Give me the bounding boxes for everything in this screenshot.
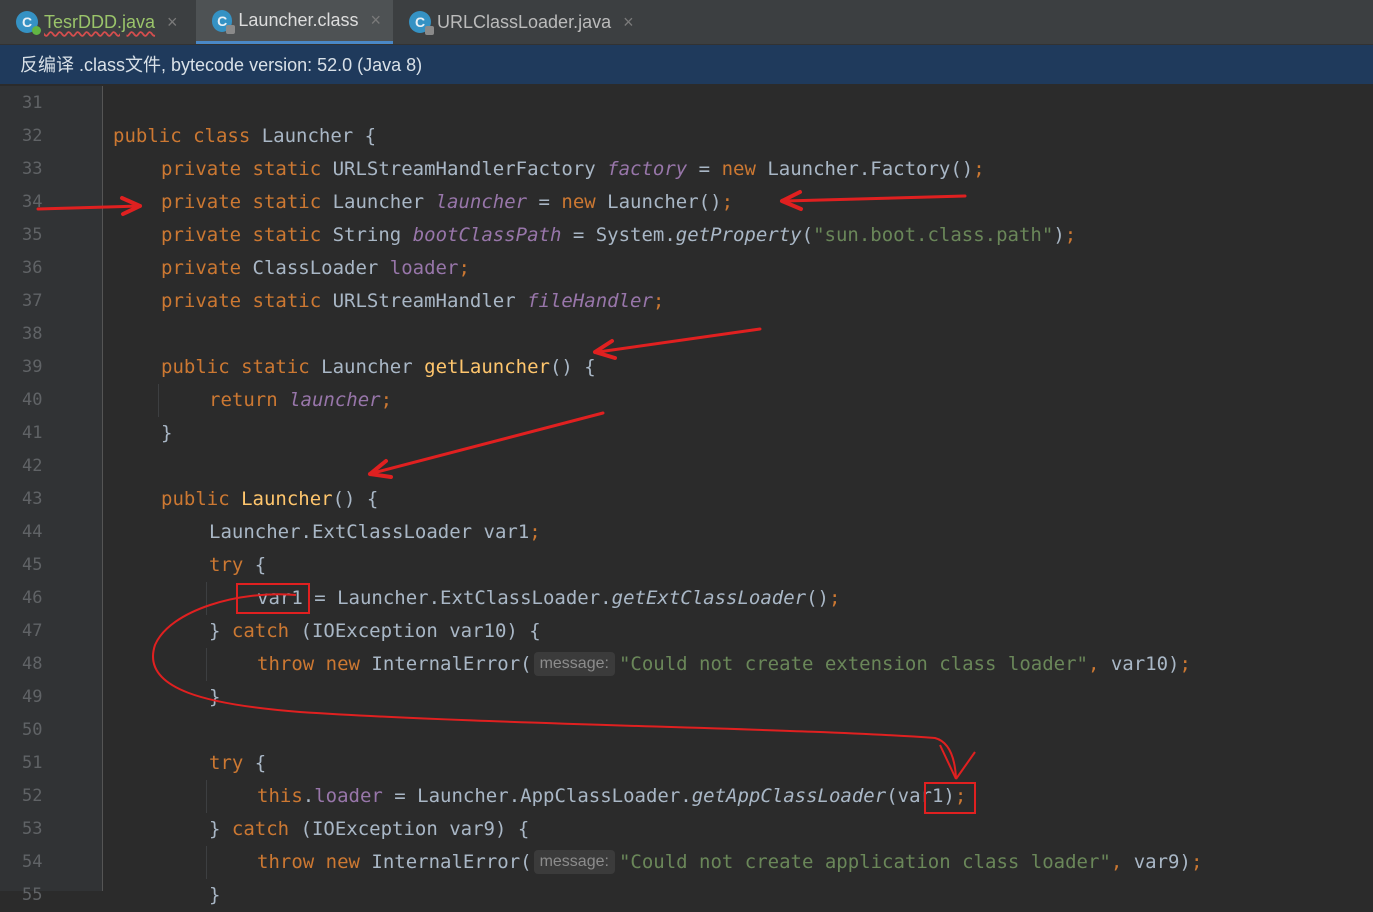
code-line-51[interactable]: try {	[209, 747, 266, 780]
code-line-32[interactable]: public class Launcher {	[113, 120, 376, 153]
line-number: 43	[22, 489, 43, 509]
code-line-43[interactable]: public Launcher() {	[161, 483, 378, 516]
code-line-55[interactable]: }	[209, 879, 220, 912]
code-line-53[interactable]: } catch (IOException var9) {	[209, 813, 529, 846]
line-number: 41	[22, 423, 43, 443]
line-number: 44	[22, 522, 43, 542]
line-number: 51	[22, 753, 43, 773]
line-number: 50	[22, 720, 43, 740]
arrowhead	[780, 190, 803, 211]
indent-guide	[158, 384, 159, 417]
line-number: 39	[22, 357, 43, 377]
indent-guide	[206, 780, 207, 813]
code-line-52[interactable]: this.loader = Launcher.AppClassLoader.ge…	[257, 780, 966, 813]
line-number: 53	[22, 819, 43, 839]
code-line-49[interactable]: }	[209, 681, 220, 714]
code-line-35[interactable]: private static String bootClassPath = Sy…	[161, 219, 1076, 252]
code-line-37[interactable]: private static URLStreamHandler fileHand…	[161, 285, 664, 318]
arrowhead	[120, 196, 142, 216]
line-number: 47	[22, 621, 43, 641]
code-line-34[interactable]: private static Launcher launcher = new L…	[161, 186, 733, 219]
code-line-39[interactable]: public static Launcher getLauncher() {	[161, 351, 596, 384]
indent-guide	[206, 648, 207, 681]
close-icon[interactable]: ×	[623, 12, 634, 33]
code-line-36[interactable]: private ClassLoader loader;	[161, 252, 470, 285]
close-icon[interactable]: ×	[167, 12, 178, 33]
line-number: 37	[22, 291, 43, 311]
line-number: 42	[22, 456, 43, 476]
line-number: 31	[22, 93, 43, 113]
editor-tab-bar: C TesrDDD.java × C Launcher.class × C UR…	[0, 0, 1373, 45]
code-line-48[interactable]: throw new InternalError(message: "Could n…	[257, 648, 1191, 681]
code-line-33[interactable]: private static URLStreamHandlerFactory f…	[161, 153, 985, 186]
indent-guide	[206, 846, 207, 879]
code-line-47[interactable]: } catch (IOException var10) {	[209, 615, 541, 648]
code-line-40[interactable]: return launcher;	[209, 384, 392, 417]
line-number: 33	[22, 159, 43, 179]
line-number: 45	[22, 555, 43, 575]
line-number: 40	[22, 390, 43, 410]
tab-launcher-class[interactable]: C Launcher.class ×	[196, 0, 393, 44]
code-line-46[interactable]: var1 = Launcher.ExtClassLoader.getExtCla…	[257, 582, 840, 615]
code-line-54[interactable]: throw new InternalError(message: "Could n…	[257, 846, 1202, 879]
class-icon: C	[212, 9, 236, 34]
code-line-45[interactable]: try {	[209, 549, 266, 582]
code-line-41[interactable]: }	[161, 417, 172, 450]
arrow-annotation	[596, 327, 762, 354]
line-number: 32	[22, 126, 43, 146]
tab-label: URLClassLoader.java	[437, 11, 612, 32]
line-number: 48	[22, 654, 43, 674]
decompiled-notice-banner: 反编译 .class文件, bytecode version: 52.0 (Ja…	[0, 45, 1373, 85]
tab-tesrddd-java[interactable]: C TesrDDD.java ×	[0, 0, 196, 44]
line-number: 54	[22, 852, 43, 872]
line-number: 38	[22, 324, 43, 344]
tab-label: Launcher.class	[238, 10, 359, 30]
arrow-annotation	[371, 411, 605, 475]
line-number: 49	[22, 687, 43, 707]
java-class-icon: C	[16, 11, 41, 35]
tab-label: TesrDDD.java	[44, 11, 156, 32]
class-icon: C	[409, 11, 434, 35]
parameter-hint: message:	[533, 652, 615, 676]
code-line-44[interactable]: Launcher.ExtClassLoader var1;	[209, 516, 541, 549]
line-number: 35	[22, 225, 43, 245]
arrowhead	[593, 339, 617, 360]
arrowhead	[368, 459, 393, 479]
line-number: 34	[22, 192, 43, 212]
arrowhead	[939, 744, 976, 780]
indent-guide	[206, 582, 207, 615]
parameter-hint: message:	[533, 850, 615, 874]
line-number: 55	[22, 885, 43, 905]
close-icon[interactable]: ×	[370, 10, 381, 31]
arrow-annotation	[783, 194, 967, 203]
line-number: 46	[22, 588, 43, 608]
line-number: 52	[22, 786, 43, 806]
line-number: 36	[22, 258, 43, 278]
tab-urlclassloader-java[interactable]: C URLClassLoader.java ×	[393, 0, 653, 44]
